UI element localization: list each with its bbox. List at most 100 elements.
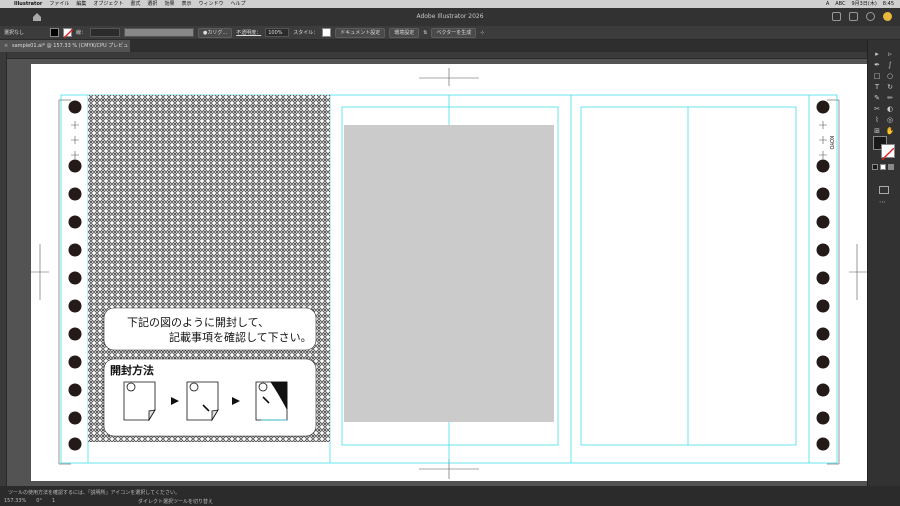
vertical-ruler[interactable] (0, 52, 7, 486)
align-icon[interactable]: ⇅ (423, 30, 427, 36)
curvature-tool-icon[interactable]: ∫ (885, 61, 895, 70)
selection-status: 選択なし (4, 30, 25, 36)
scissors-tool-icon[interactable]: ✂ (872, 105, 882, 114)
style-label: スタイル： (293, 30, 319, 36)
feed-hole (816, 271, 830, 285)
pencil-tool-icon[interactable]: ✏ (885, 94, 895, 103)
feed-hole (816, 215, 830, 229)
menu-window[interactable]: ウィンドウ (198, 0, 223, 8)
feed-hole (68, 355, 82, 369)
feed-hole (816, 383, 830, 397)
document-tab[interactable]: × sample01.ai* @ 157.33 % (CMYK/CPU プレビュ… (0, 40, 130, 61)
opacity-field[interactable]: 100% (265, 28, 290, 37)
brush-tool-icon[interactable]: ✎ (872, 94, 882, 103)
avatar[interactable] (883, 12, 892, 21)
brush-dropdown[interactable]: ● カリグ... (198, 27, 233, 38)
fill-swatch[interactable] (50, 28, 60, 37)
feed-hole (68, 187, 82, 201)
eyedropper-tool-icon[interactable]: ⌇ (872, 116, 882, 125)
brush-label: カリグ... (207, 30, 228, 36)
step3-illustration (255, 381, 288, 421)
artboard[interactable]: 下記の図のように開封して、 記載事項を確認して下さい。 開封方法 KOYO (31, 64, 867, 481)
feed-hole (816, 411, 830, 425)
feed-hole (68, 437, 82, 451)
menu-file[interactable]: ファイル (49, 0, 69, 8)
step2-illustration (186, 381, 219, 422)
macos-menubar: Illustrator ファイル 編集 オブジェクト 書式 選択 効果 表示 ウ… (0, 0, 900, 8)
menu-type[interactable]: 書式 (130, 0, 140, 8)
registration-mark (819, 151, 827, 159)
fill-stroke-indicator[interactable] (873, 136, 895, 161)
feed-hole (68, 411, 82, 425)
feed-hole (68, 327, 82, 341)
input-source-abc[interactable]: ABC (835, 0, 845, 8)
zoom-level[interactable]: 157.33% (4, 498, 26, 504)
feed-hole (816, 299, 830, 313)
preferences-button[interactable]: 環境設定 (389, 27, 420, 38)
feed-hole (68, 271, 82, 285)
feed-hole (68, 215, 82, 229)
feed-hole (816, 159, 830, 173)
menu-object[interactable]: オブジェクト (93, 0, 123, 8)
ellipse-tool-icon[interactable]: ○ (885, 72, 895, 81)
feed-hole (68, 243, 82, 257)
menubar-date[interactable]: 9月3日(木) (852, 0, 877, 8)
document-setup-button[interactable]: ドキュメント設定 (335, 27, 386, 38)
color-mode-icons[interactable] (872, 164, 898, 170)
menu-effect[interactable]: 効果 (164, 0, 174, 8)
content-placeholder[interactable] (344, 125, 554, 422)
status-tip: ツールの使用方法を確認するには、「説明所」アイコンを選択してください。 (8, 490, 180, 496)
search-icon[interactable] (866, 12, 875, 21)
feed-hole (68, 299, 82, 313)
side-label: KOYO (828, 136, 834, 149)
rotation-angle[interactable]: 0° (36, 498, 42, 504)
artboard-tool-icon[interactable]: ⊞ (872, 127, 882, 136)
style-swatch[interactable] (322, 28, 332, 37)
menu-app[interactable]: Illustrator (14, 0, 42, 8)
menu-help[interactable]: ヘルプ (230, 0, 245, 8)
menu-edit[interactable]: 編集 (76, 0, 86, 8)
variable-width-field[interactable] (124, 28, 195, 37)
blend-tool-icon[interactable]: ◎ (885, 116, 895, 125)
menu-select[interactable]: 選択 (147, 0, 157, 8)
stroke-color[interactable] (881, 144, 895, 161)
pen-tool-icon[interactable]: ✒ (872, 61, 882, 70)
opacity-label[interactable]: 不透明度： (236, 29, 261, 36)
canvas-area[interactable]: 下記の図のように開封して、 記載事項を確認して下さい。 開封方法 KOYO (7, 59, 867, 486)
horizontal-ruler[interactable] (7, 52, 867, 59)
notice-line1: 下記の図のように開封して、 (127, 315, 269, 329)
arrange-icon[interactable] (849, 12, 858, 21)
menu-view[interactable]: 表示 (181, 0, 191, 8)
document-tabbar: × sample01.ai* @ 157.33 % (CMYK/CPU プレビュ… (0, 40, 900, 61)
share-icon[interactable] (832, 12, 841, 21)
tools-panel: ▸ ▹ ✒ ∫ □ ○ T ↻ ✎ ✏ ✂ ◐ ⌇ ◎ ⊞ ✋ ⋯ (867, 40, 900, 486)
input-source-a[interactable]: A (826, 0, 829, 8)
feed-hole (816, 100, 830, 114)
feed-hole (68, 383, 82, 397)
menubar-time[interactable]: 8:45 (883, 0, 894, 8)
stroke-weight-field[interactable] (90, 28, 121, 37)
type-tool-icon[interactable]: T (872, 83, 882, 92)
close-tab-icon[interactable]: × (4, 40, 8, 52)
more-tools-icon[interactable]: ⋯ (879, 198, 886, 206)
shape-builder-icon[interactable]: ◐ (885, 105, 895, 114)
direct-selection-tool-icon[interactable]: ▹ (885, 50, 895, 59)
notice-line2: 記載事項を確認して下さい。 (169, 330, 312, 344)
status-bar: ツールの使用方法を確認するには、「説明所」アイコンを選択してください。 157.… (0, 486, 900, 506)
screen-mode-icon[interactable] (879, 186, 889, 194)
rotate-tool-icon[interactable]: ↻ (885, 83, 895, 92)
stroke-swatch[interactable] (63, 28, 74, 38)
rectangle-tool-icon[interactable]: □ (872, 72, 882, 81)
feed-hole (68, 100, 82, 114)
control-bar: 選択なし 線： ● カリグ... 不透明度： 100% スタイル： ドキュメント… (0, 26, 900, 40)
registration-mark (71, 151, 79, 159)
feed-hole (816, 327, 830, 341)
feed-hole (816, 355, 830, 369)
artboard-number[interactable]: 1 (52, 498, 55, 504)
status-hint: ダイレクト選択ツールを切り替え (138, 499, 214, 505)
generate-vector-button[interactable]: ベクターを生成 (431, 27, 477, 38)
stroke-label: 線： (76, 30, 87, 36)
selection-tool-icon[interactable]: ▸ (872, 50, 882, 59)
more-options-icon[interactable]: ⊹ (480, 30, 484, 36)
hand-tool-icon[interactable]: ✋ (885, 127, 895, 136)
